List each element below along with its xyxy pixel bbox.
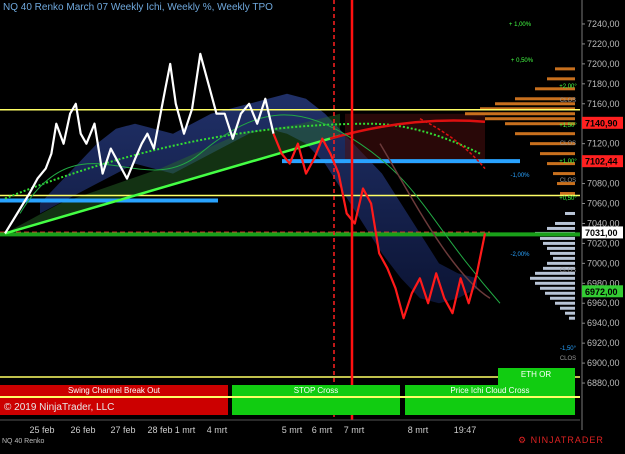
price-flag-label: 7102,44 — [585, 157, 618, 167]
x-tick-label: 1 mrt — [175, 425, 196, 435]
tpo-label: CLOS — [560, 98, 576, 104]
x-tick-label: 6 mrt — [312, 425, 333, 435]
tpo-bar-lower — [550, 296, 575, 300]
tpo-bar-upper — [465, 112, 575, 116]
tpo-bar-lower — [547, 261, 575, 265]
percent-label: + 0,50% — [511, 58, 534, 64]
chart-title: NQ 40 Renko March 07 Weekly Ichi, Weekly… — [3, 2, 273, 13]
tpo-bar-lower — [540, 236, 575, 240]
y-tick-label: 7060,00 — [587, 199, 620, 209]
instrument-label: NQ 40 Renko — [2, 438, 45, 445]
percent-label: + 1,00% — [509, 22, 532, 28]
y-tick-label: 7000,00 — [587, 258, 620, 268]
tpo-bar-lower — [555, 221, 575, 225]
brand-logo: ⚙ NINJATRADER — [518, 435, 604, 445]
tpo-bar-lower — [547, 246, 575, 250]
tpo-bar-lower — [569, 316, 575, 320]
y-tick-label: 6960,00 — [587, 298, 620, 308]
y-tick-label: 7200,00 — [587, 59, 620, 69]
y-tick-label: 7080,00 — [587, 179, 620, 189]
price-chart[interactable]: Swing Channel Break Out STOP Cross Price I… — [0, 0, 625, 449]
percent-label: +1,50° — [559, 123, 577, 129]
y-tick-label: 6920,00 — [587, 338, 620, 348]
signal-panel-label: Price Ichi Cloud Cross — [450, 386, 529, 395]
x-tick-label: 7 mrt — [344, 425, 365, 435]
tpo-label: CLOS — [560, 356, 576, 362]
price-flag-label: 7140,90 — [585, 118, 618, 128]
tpo-bar-upper — [485, 117, 575, 121]
tpo-label: CLOS — [560, 268, 576, 274]
y-tick-label: 7240,00 — [587, 19, 620, 29]
y-tick-label: 7020,00 — [587, 238, 620, 248]
tpo-bar-upper — [540, 152, 575, 156]
signal-panel-label: STOP Cross — [294, 386, 339, 395]
tpo-bar-upper — [553, 172, 575, 176]
x-tick-label: 27 feb — [110, 425, 135, 435]
copyright-text: © 2019 NinjaTrader, LLC — [4, 402, 115, 413]
price-flag-label: 7031,00 — [585, 228, 618, 238]
tpo-bar-upper — [555, 67, 575, 71]
y-tick-label: 7120,00 — [587, 139, 620, 149]
eth-or-label: ETH OR — [521, 370, 551, 379]
x-tick-label: 4 mrt — [207, 425, 228, 435]
tpo-bar-lower — [530, 276, 575, 280]
percent-label: -2,00% — [510, 252, 530, 258]
y-tick-label: 6940,00 — [587, 318, 620, 328]
y-tick-label: 7180,00 — [587, 79, 620, 89]
tpo-bar-upper — [560, 192, 575, 196]
percent-label: +2,00° — [559, 84, 577, 90]
signal-panel-label: Swing Channel Break Out — [68, 386, 161, 395]
x-tick-label: 8 mrt — [408, 425, 429, 435]
tpo-bar-lower — [560, 306, 575, 310]
y-tick-label: 6900,00 — [587, 358, 620, 368]
x-tick-label: 28 feb — [147, 425, 172, 435]
tpo-bar-lower — [565, 311, 575, 315]
percent-label: -1,50° — [560, 346, 577, 352]
tpo-bar-lower — [555, 301, 575, 305]
y-tick-label: 6880,00 — [587, 378, 620, 388]
tpo-bar-lower — [540, 286, 575, 290]
y-tick-label: 7220,00 — [587, 39, 620, 49]
x-tick-label: 26 feb — [70, 425, 95, 435]
price-flag-label: 6972,00 — [585, 287, 618, 297]
tpo-bar-lower — [545, 291, 575, 295]
tpo-bar-upper — [547, 77, 575, 81]
percent-label: -1,00% — [510, 173, 530, 179]
tpo-bar-lower — [553, 256, 575, 260]
tpo-label: CLOS — [560, 178, 576, 184]
tpo-bar-lower — [565, 211, 575, 215]
x-tick-label: 19:47 — [454, 425, 477, 435]
tpo-bar-lower — [547, 226, 575, 230]
tpo-bar-lower — [535, 281, 575, 285]
x-tick-label: 5 mrt — [282, 425, 303, 435]
y-tick-label: 7160,00 — [587, 99, 620, 109]
tpo-bar-lower — [543, 241, 575, 245]
x-tick-label: 25 feb — [29, 425, 54, 435]
tpo-label: CLOS — [560, 141, 576, 147]
percent-label: +1,00° — [559, 159, 577, 165]
tpo-bar-upper — [515, 132, 575, 136]
percent-label: +0,50° — [559, 196, 577, 202]
chart-area[interactable]: Swing Channel Break Out STOP Cross Price I… — [0, 0, 625, 449]
tpo-bar-lower — [550, 251, 575, 255]
brand-text: NINJATRADER — [530, 435, 604, 445]
